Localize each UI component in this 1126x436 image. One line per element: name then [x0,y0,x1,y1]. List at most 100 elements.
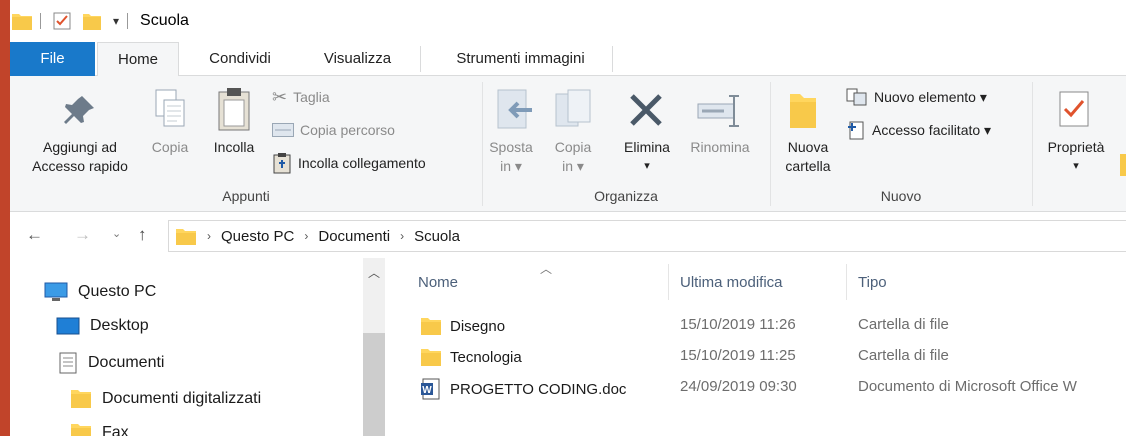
paste-button[interactable]: Incolla [206,138,262,157]
move-to-line2: in ▾ [500,158,522,174]
tab-separator [612,46,613,72]
copy-to-line2: in ▾ [562,158,584,174]
pin-icon [64,96,94,124]
navigation-pane: Questo PC Desktop Documenti Documenti di… [10,258,386,436]
copy-to-button[interactable]: Copia in ▾ [542,138,604,176]
move-to-button[interactable]: Sposta in ▾ [484,138,538,176]
breadcrumb-chevron-icon[interactable]: › [207,229,211,243]
tab-strumenti-immagini[interactable]: Strumenti immagini [428,42,613,76]
nav-item-documenti-digitalizzati[interactable]: Documenti digitalizzati [70,388,261,410]
folder-icon [176,229,196,245]
file-name: Tecnologia [450,348,522,366]
pin-quick-access-button[interactable]: Aggiungi ad Accesso rapido [18,138,142,176]
file-row[interactable]: Disegno 15/10/2019 11:26 Cartella di fil… [386,311,1126,341]
copy-icon [155,89,185,127]
recent-locations-chevron-icon[interactable]: ⌄ [112,227,121,240]
paste-link-label: Incolla collegamento [298,155,426,171]
folder-icon [421,349,441,366]
forward-arrow-icon[interactable]: → [74,225,91,245]
file-name: Disegno [450,317,506,335]
up-arrow-icon[interactable]: ↑ [138,225,147,245]
nav-scrollbar-thumb[interactable] [363,333,385,436]
toolbar-separator [40,13,41,29]
file-modified: 24/09/2019 09:30 [680,378,797,395]
file-modified: 15/10/2019 11:26 [680,316,796,333]
copy-path-button[interactable]: Copia percorso [272,119,395,141]
breadcrumb-questo-pc[interactable]: Questo PC [221,228,294,245]
column-header-ultima-modifica[interactable]: Ultima modifica [680,274,783,291]
properties-label: Proprietà [1047,139,1105,155]
file-type: Cartella di file [858,316,949,333]
copy-to-icon [555,89,591,127]
paste-icon [218,88,250,131]
documents-icon [59,352,77,374]
customize-toolbar-arrow-icon[interactable]: ▾ [113,14,119,28]
new-folder-icon[interactable] [83,12,101,30]
tab-visualizza[interactable]: Visualizza [300,42,415,76]
sort-ascending-icon: ︿ [540,262,553,276]
new-item-label: Nuovo elemento ▾ [874,88,987,105]
copy-button[interactable]: Copia [142,138,198,157]
paste-link-button[interactable]: Incolla collegamento [272,152,426,174]
address-field[interactable]: › Questo PC › Documenti › Scuola [168,220,1126,252]
properties-arrow-icon: ▾ [1073,160,1079,172]
new-item-icon [846,88,867,106]
file-type: Documento di Microsoft Office W [858,378,1077,395]
nav-item-documenti[interactable]: Documenti [58,352,164,374]
file-name: PROGETTO CODING.doc [450,380,627,398]
easy-access-label: Accesso facilitato ▾ [872,121,992,138]
group-separator [1032,82,1033,206]
easy-access-icon [848,121,864,140]
tab-home[interactable]: Home [97,42,179,77]
column-header-nome[interactable]: Nome [418,274,458,291]
address-bar: ← → ⌄ ↑ › Questo PC › Documenti › Scuola [10,213,1126,258]
desktop-icon [56,317,80,335]
file-name-cell: Tecnologia [420,347,522,367]
folder-icon[interactable] [12,12,32,30]
rename-button[interactable]: Rinomina [682,138,758,157]
nav-label: Fax [102,424,129,436]
delete-button[interactable]: Elimina ▾ [614,138,680,176]
tab-condividi[interactable]: Condividi [185,42,295,76]
file-modified: 15/10/2019 11:25 [680,347,796,364]
properties-icon [1059,91,1089,127]
properties-icon[interactable] [53,12,71,30]
word-doc-icon: W [421,378,440,400]
nav-item-desktop[interactable]: Desktop [56,317,149,335]
computer-icon [44,282,68,301]
new-folder-button[interactable]: Nuova cartella [774,138,842,176]
group-label-nuovo: Nuovo [880,188,922,204]
folder-icon [71,424,91,436]
nav-item-questo-pc[interactable]: Questo PC [44,282,156,302]
nav-item-fax[interactable]: Fax [70,422,129,436]
copy-to-line1: Copia [554,139,592,155]
column-header-tipo[interactable]: Tipo [858,274,887,291]
breadcrumb-scuola[interactable]: Scuola [414,228,460,245]
paste-link-icon [273,153,291,174]
explorer-window: ▾ Scuola File Home Condividi Visualizza … [10,0,1126,436]
breadcrumb-chevron-icon[interactable]: › [304,229,308,243]
pin-label-line1: Aggiungi ad [43,139,117,155]
tab-file[interactable]: File [10,42,95,76]
new-folder-line2: cartella [785,158,831,174]
folder-icon [421,318,441,335]
properties-button[interactable]: Proprietà ▾ [1038,138,1114,176]
file-list: ︿ Nome Ultima modifica Tipo Disegno 15/1… [386,258,1126,436]
file-row[interactable]: Tecnologia 15/10/2019 11:25 Cartella di … [386,342,1126,372]
delete-label: Elimina [624,139,670,155]
cut-button[interactable]: ✂ Taglia [272,86,330,108]
back-arrow-icon[interactable]: ← [26,225,43,245]
file-row[interactable]: W PROGETTO CODING.doc 24/09/2019 09:30 D… [386,373,1126,403]
breadcrumb-documenti[interactable]: Documenti [318,228,390,245]
copy-path-label: Copia percorso [300,122,395,138]
new-item-button[interactable]: Nuovo elemento ▾ [846,86,987,108]
scissors-icon: ✂ [272,86,288,107]
column-separator[interactable] [668,264,669,300]
scroll-up-icon[interactable]: ︿ [368,264,380,281]
group-label-organizza: Organizza [594,188,658,204]
breadcrumb-chevron-icon[interactable]: › [400,229,404,243]
column-separator[interactable] [846,264,847,300]
ribbon-tabs: File Home Condividi Visualizza Strumenti… [10,42,1126,77]
easy-access-button[interactable]: Accesso facilitato ▾ [846,119,991,141]
partial-open-icon [1120,154,1126,176]
